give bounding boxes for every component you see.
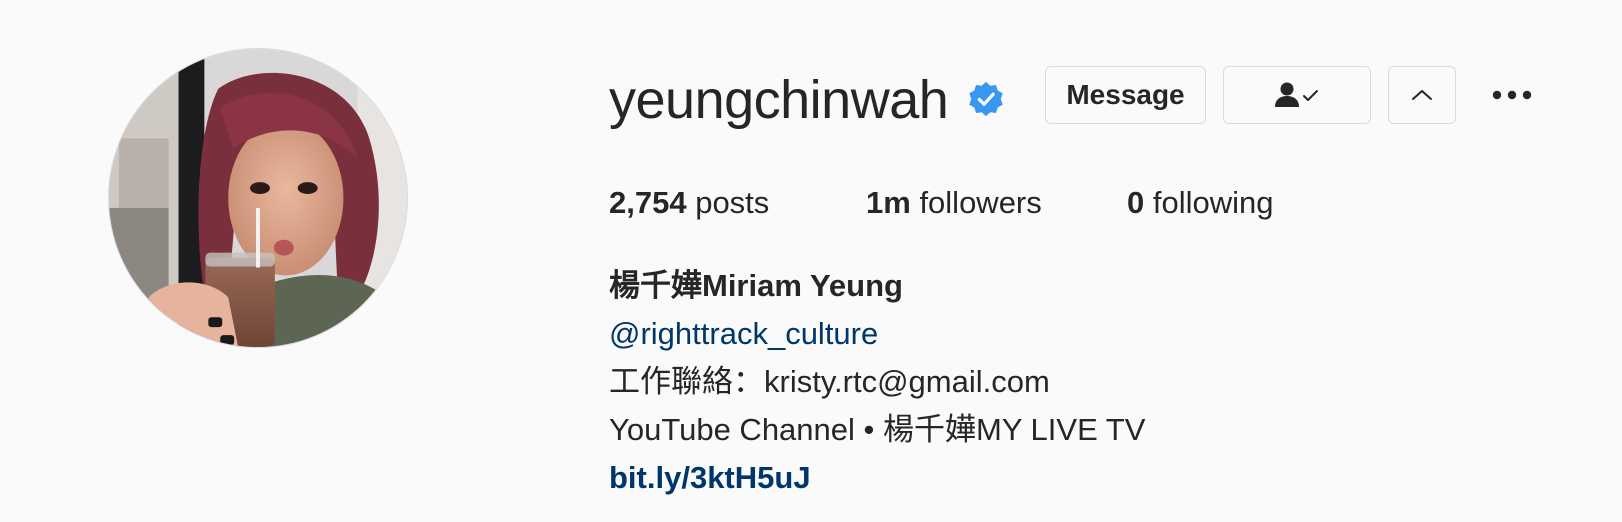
bio-mention-link[interactable]: @righttrack_culture bbox=[609, 310, 1145, 358]
posts-label: posts bbox=[695, 185, 770, 220]
suggested-accounts-button[interactable] bbox=[1388, 66, 1456, 124]
profile-full-name: 楊千嬅Miriam Yeung bbox=[609, 268, 903, 303]
followers-label: followers bbox=[919, 185, 1042, 220]
posts-stat: 2,754 posts bbox=[609, 182, 769, 224]
profile-avatar[interactable] bbox=[108, 48, 408, 348]
bio-youtube-line: YouTube Channel • 楊千嬅MY LIVE TV bbox=[609, 412, 1146, 447]
profile-username: yeungchinwah bbox=[609, 70, 949, 130]
following-count: 0 bbox=[1127, 185, 1145, 220]
followers-count: 1m bbox=[866, 185, 911, 220]
profile-bio: 楊千嬅Miriam Yeung @righttrack_culture 工作聯絡… bbox=[609, 262, 1145, 502]
chevron-up-icon bbox=[1412, 90, 1432, 100]
bio-contact-line: 工作聯絡：kristy.rtc@gmail.com bbox=[609, 364, 1050, 399]
more-options-icon bbox=[1492, 90, 1532, 100]
bio-external-link[interactable]: bit.ly/3ktH5uJ bbox=[609, 454, 1145, 502]
message-button[interactable]: Message bbox=[1045, 66, 1206, 124]
following-button[interactable] bbox=[1223, 66, 1371, 124]
more-options-button[interactable] bbox=[1490, 78, 1534, 112]
verified-badge-icon bbox=[969, 81, 1003, 117]
person-check-icon bbox=[1275, 82, 1318, 107]
following-label: following bbox=[1152, 185, 1274, 220]
posts-count: 2,754 bbox=[609, 185, 687, 220]
followers-stat[interactable]: 1m followers bbox=[866, 182, 1042, 224]
profile-photo bbox=[109, 49, 407, 347]
following-stat[interactable]: 0 following bbox=[1127, 182, 1274, 224]
